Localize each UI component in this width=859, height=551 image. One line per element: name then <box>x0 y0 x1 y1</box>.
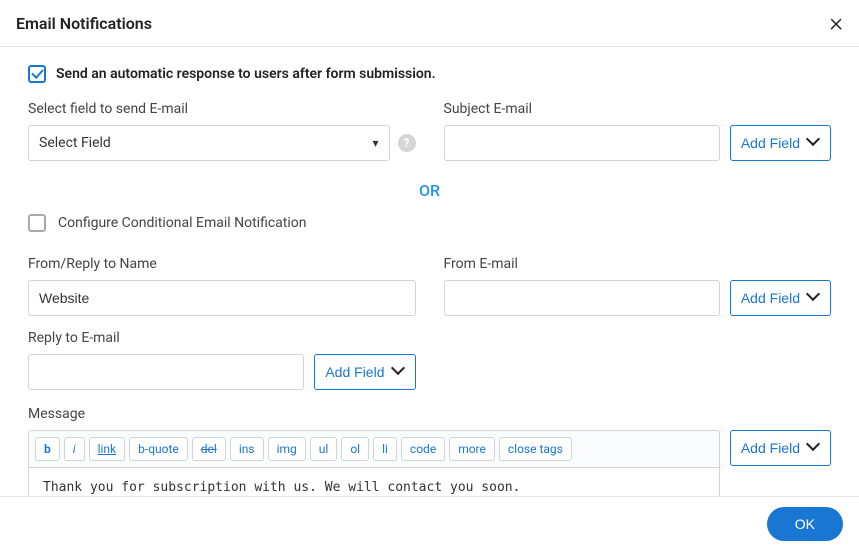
reply-to-label: Reply to E-mail <box>28 330 416 346</box>
from-name-group: From/Reply to Name <box>28 256 416 316</box>
auto-response-checkbox[interactable] <box>28 65 46 83</box>
chevron-down-icon <box>808 442 820 454</box>
subject-input[interactable] <box>444 125 720 161</box>
toolbar-bold-button[interactable]: b <box>35 437 60 461</box>
add-field-subject-button[interactable]: Add Field <box>730 125 831 161</box>
message-label: Message <box>28 406 831 422</box>
message-textarea[interactable]: Thank you for subscription with us. We w… <box>28 467 720 496</box>
from-name-input[interactable] <box>28 280 416 316</box>
conditional-label: Configure Conditional Email Notification <box>58 215 307 231</box>
chevron-down-icon <box>808 292 820 304</box>
toolbar-li-button[interactable]: li <box>373 437 397 461</box>
toolbar-close-tags-button[interactable]: close tags <box>499 437 572 461</box>
toolbar-ins-button[interactable]: ins <box>230 437 264 461</box>
subject-group: Subject E-mail Add Field <box>444 101 832 161</box>
from-email-input[interactable] <box>444 280 720 316</box>
row-from: From/Reply to Name From E-mail Add Field <box>28 256 831 330</box>
auto-response-label: Send an automatic response to users afte… <box>56 66 436 82</box>
or-divider: OR <box>28 181 831 200</box>
close-icon[interactable]: × <box>829 10 843 36</box>
reply-to-input[interactable] <box>28 354 304 390</box>
add-field-from-email-button[interactable]: Add Field <box>730 280 831 316</box>
toolbar-code-button[interactable]: code <box>401 437 445 461</box>
dialog-footer: OK <box>0 496 859 551</box>
subject-label: Subject E-mail <box>444 101 832 117</box>
add-field-reply-to-button[interactable]: Add Field <box>314 354 415 390</box>
add-field-message-button[interactable]: Add Field <box>730 430 831 466</box>
ok-button[interactable]: OK <box>767 507 843 541</box>
select-field-group: Select field to send E-mail Select Field… <box>28 101 416 161</box>
row-select-subject: Select field to send E-mail Select Field… <box>28 101 831 175</box>
toolbar-more-button[interactable]: more <box>449 437 495 461</box>
chevron-down-icon <box>808 137 820 149</box>
message-editor: b i link b-quote del ins img ul ol li co… <box>28 430 720 496</box>
dialog-title: Email Notifications <box>16 14 152 33</box>
chevron-down-icon: ▾ <box>372 136 378 150</box>
toolbar-ul-button[interactable]: ul <box>310 437 338 461</box>
toolbar-italic-button[interactable]: i <box>64 437 85 461</box>
select-field-label: Select field to send E-mail <box>28 101 416 117</box>
auto-response-row: Send an automatic response to users afte… <box>28 65 831 83</box>
add-field-label: Add Field <box>325 364 384 380</box>
editor-toolbar: b i link b-quote del ins img ul ol li co… <box>28 430 720 467</box>
select-field-dropdown[interactable]: Select Field ▾ <box>28 125 390 161</box>
conditional-row: Configure Conditional Email Notification <box>28 214 831 232</box>
add-field-label: Add Field <box>741 290 800 306</box>
from-email-label: From E-mail <box>444 256 832 272</box>
toolbar-del-button[interactable]: del <box>192 437 226 461</box>
email-notifications-dialog: Email Notifications × Send an automatic … <box>0 0 859 551</box>
from-name-label: From/Reply to Name <box>28 256 416 272</box>
from-email-group: From E-mail Add Field <box>444 256 832 316</box>
toolbar-img-button[interactable]: img <box>268 437 306 461</box>
select-field-value: Select Field <box>39 135 111 151</box>
add-field-label: Add Field <box>741 135 800 151</box>
toolbar-ol-button[interactable]: ol <box>341 437 369 461</box>
help-icon[interactable]: ? <box>398 134 416 152</box>
add-field-label: Add Field <box>741 440 800 456</box>
chevron-down-icon <box>393 366 405 378</box>
conditional-checkbox[interactable] <box>28 214 46 232</box>
dialog-body: Send an automatic response to users afte… <box>0 47 859 496</box>
dialog-header: Email Notifications × <box>0 0 859 47</box>
row-reply: Reply to E-mail Add Field <box>28 330 831 404</box>
toolbar-link-button[interactable]: link <box>89 437 126 461</box>
toolbar-bquote-button[interactable]: b-quote <box>129 437 188 461</box>
reply-to-group: Reply to E-mail Add Field <box>28 330 416 390</box>
message-group: Message b i link b-quote del ins img ul … <box>28 406 831 496</box>
